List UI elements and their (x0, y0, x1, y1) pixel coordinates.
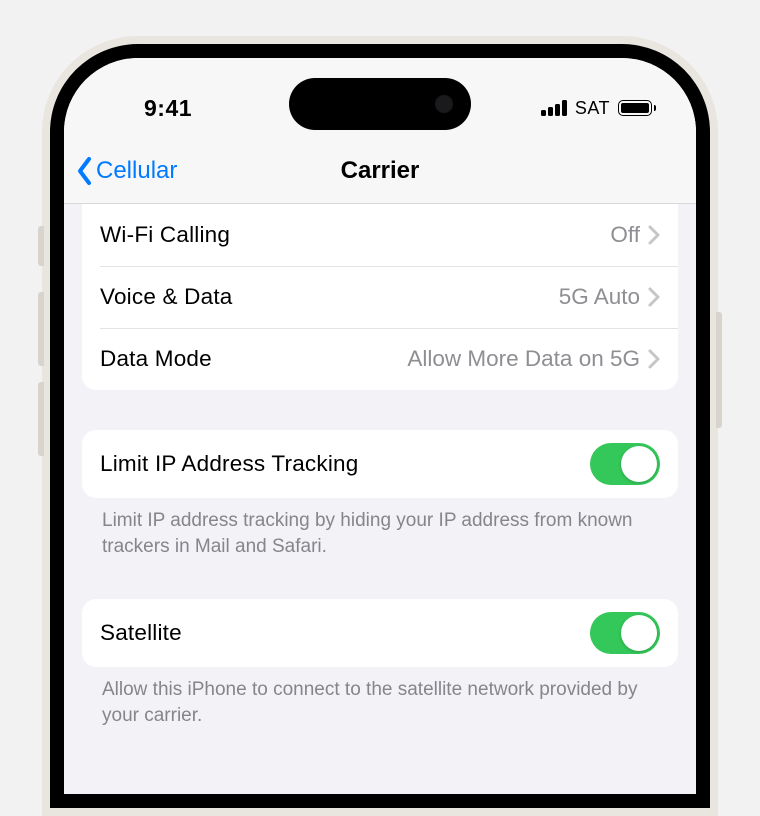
chevron-right-icon (648, 349, 660, 369)
row-data-mode[interactable]: Data Mode Allow More Data on 5G (82, 328, 678, 390)
footer-limit-ip: Limit IP address tracking by hiding your… (82, 498, 678, 559)
dynamic-island (289, 78, 471, 130)
phone-frame: 9:41 SAT Cellular Carrier (42, 36, 718, 816)
row-voice-data[interactable]: Voice & Data 5G Auto (82, 266, 678, 328)
row-label: Voice & Data (100, 284, 559, 310)
row-label: Wi-Fi Calling (100, 222, 610, 248)
toggle-satellite[interactable] (590, 612, 660, 654)
back-button[interactable]: Cellular (76, 156, 177, 186)
screen: 9:41 SAT Cellular Carrier (64, 58, 696, 794)
chevron-left-icon (76, 156, 94, 186)
row-limit-ip-tracking: Limit IP Address Tracking (82, 430, 678, 498)
row-label: Satellite (100, 620, 590, 646)
settings-group-limit-ip: Limit IP Address Tracking (82, 430, 678, 498)
navigation-bar: Cellular Carrier (64, 138, 696, 204)
cellular-signal-icon (541, 100, 567, 116)
battery-icon (618, 100, 652, 116)
row-wifi-calling[interactable]: Wi-Fi Calling Off (82, 204, 678, 266)
row-label: Data Mode (100, 346, 407, 372)
status-time: 9:41 (144, 95, 192, 122)
settings-group-satellite: Satellite (82, 599, 678, 667)
action-button (38, 226, 44, 266)
settings-group-network: Wi-Fi Calling Off Voice & Data 5G Auto (82, 204, 678, 390)
page-title: Carrier (341, 157, 420, 185)
chevron-right-icon (648, 225, 660, 245)
row-value: Off (610, 222, 640, 248)
row-value: Allow More Data on 5G (407, 346, 640, 372)
side-button (716, 312, 722, 428)
volume-down-button (38, 382, 44, 456)
row-label: Limit IP Address Tracking (100, 451, 590, 477)
row-satellite: Satellite (82, 599, 678, 667)
toggle-limit-ip-tracking[interactable] (590, 443, 660, 485)
volume-up-button (38, 292, 44, 366)
chevron-right-icon (648, 287, 660, 307)
network-label: SAT (575, 98, 610, 119)
back-label: Cellular (96, 157, 177, 185)
row-value: 5G Auto (559, 284, 640, 310)
footer-satellite: Allow this iPhone to connect to the sate… (82, 667, 678, 728)
